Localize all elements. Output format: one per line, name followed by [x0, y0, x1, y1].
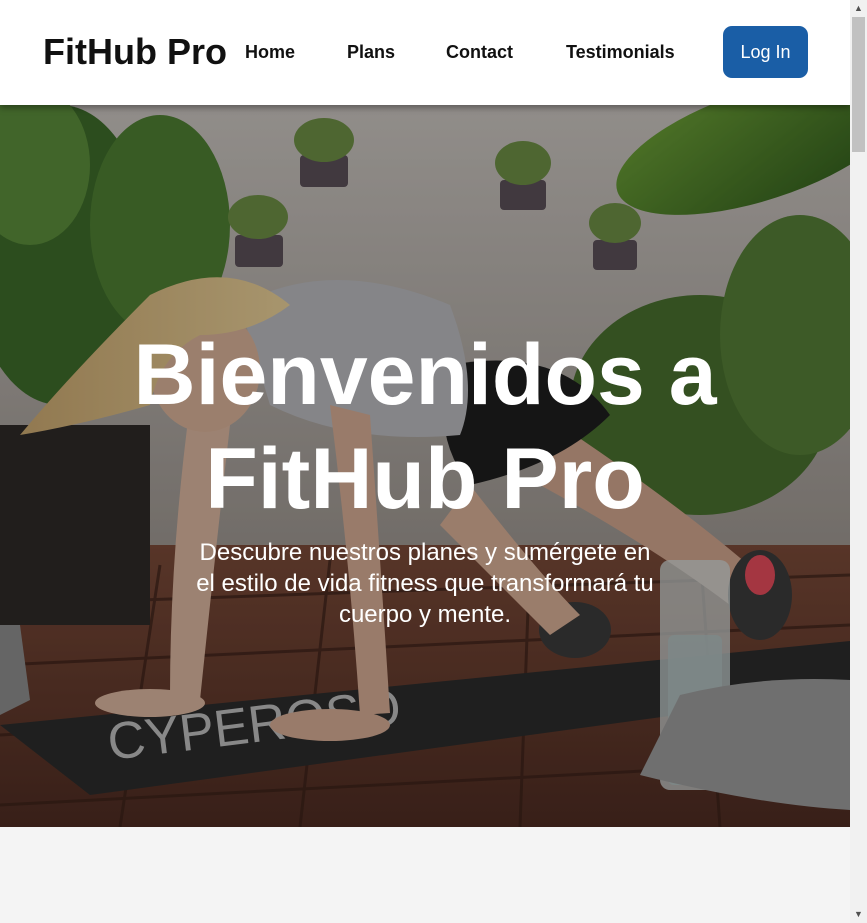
scrollbar-thumb[interactable] [852, 17, 865, 152]
nav-link-contact[interactable]: Contact [446, 41, 513, 63]
brand-logo[interactable]: FitHub Pro [43, 31, 227, 73]
nav-link-home[interactable]: Home [245, 41, 295, 63]
hero-title: Bienvenidos a FitHub Pro [133, 327, 717, 527]
hero-section: CYPEROSO Bienvenidos a FitHub Pro Descub… [0, 105, 850, 827]
navbar: FitHub Pro Home Plans Contact Testimonia… [0, 0, 850, 105]
scroll-up-icon[interactable]: ▲ [850, 0, 867, 17]
nav-link-testimonials[interactable]: Testimonials [566, 41, 675, 63]
page: FitHub Pro Home Plans Contact Testimonia… [0, 0, 850, 923]
login-button[interactable]: Log In [723, 26, 808, 78]
content-section [0, 827, 850, 923]
vertical-scrollbar[interactable]: ▲ ▼ [850, 0, 867, 923]
hero-subtitle: Descubre nuestros planes y sumérgete en … [196, 539, 654, 628]
scroll-down-icon[interactable]: ▼ [850, 906, 867, 923]
nav-link-plans[interactable]: Plans [347, 41, 395, 63]
